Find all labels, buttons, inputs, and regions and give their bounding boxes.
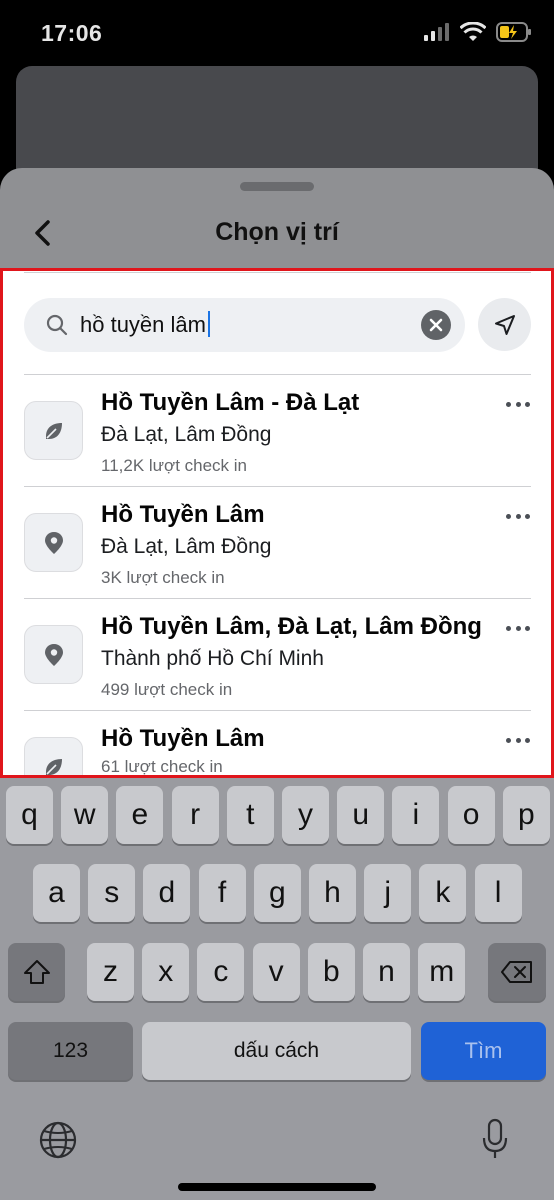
more-options-icon[interactable] xyxy=(506,511,530,521)
list-item[interactable]: Hồ Tuyền Lâm Đà Lạt, Lâm Đồng 3K lượt ch… xyxy=(0,487,554,599)
result-name: Hồ Tuyền Lâm, Đà Lạt, Lâm Đồng xyxy=(101,613,482,640)
search-return-key[interactable]: Tìm xyxy=(421,1022,546,1080)
list-item[interactable]: Hồ Tuyền Lâm 61 lượt check in xyxy=(0,711,554,778)
backspace-icon xyxy=(501,961,532,983)
result-checkins: 11,2K lượt check in xyxy=(101,456,248,475)
navigation-arrow-icon xyxy=(494,314,515,335)
numbers-key[interactable]: 123 xyxy=(8,1022,133,1080)
result-location: Đà Lạt, Lâm Đồng xyxy=(101,535,272,558)
key-d[interactable]: d xyxy=(143,864,191,922)
keyboard: qwertyuiop asdfghjkl zxcvbnm 123 dấu các… xyxy=(0,778,554,1200)
key-i[interactable]: i xyxy=(392,786,440,844)
text-caret xyxy=(207,311,210,337)
shift-key[interactable] xyxy=(8,943,65,1001)
key-k[interactable]: k xyxy=(419,864,467,922)
divider xyxy=(24,272,531,273)
key-v[interactable]: v xyxy=(252,943,300,1001)
search-icon xyxy=(46,314,68,336)
result-location: Đà Lạt, Lâm Đồng xyxy=(101,423,272,446)
home-indicator[interactable] xyxy=(178,1183,376,1191)
status-time: 17:06 xyxy=(41,20,103,46)
shift-arrow-icon xyxy=(23,960,50,984)
key-x[interactable]: x xyxy=(142,943,190,1001)
close-icon xyxy=(429,318,443,332)
battery-charging-icon xyxy=(496,22,531,42)
status-icons xyxy=(424,22,532,42)
key-w[interactable]: w xyxy=(61,786,109,844)
more-options-icon[interactable] xyxy=(506,399,530,409)
list-item[interactable]: Hồ Tuyền Lâm - Đà Lạt Đà Lạt, Lâm Đồng 1… xyxy=(0,375,554,487)
key-f[interactable]: f xyxy=(198,864,246,922)
key-e[interactable]: e xyxy=(116,786,164,844)
result-icon-box xyxy=(24,737,83,778)
result-name: Hồ Tuyền Lâm - Đà Lạt xyxy=(101,389,360,416)
result-icon-box xyxy=(24,401,83,460)
key-j[interactable]: j xyxy=(364,864,412,922)
result-name: Hồ Tuyền Lâm xyxy=(101,725,265,752)
key-r[interactable]: r xyxy=(171,786,219,844)
sheet-title: Chọn vị trí xyxy=(215,218,339,246)
search-results-panel: hồ tuyền lâm Hồ Tuyền Lâm - Đà Lạt Đà Lạ… xyxy=(0,268,554,778)
leaf-icon xyxy=(45,758,62,775)
key-u[interactable]: u xyxy=(337,786,385,844)
globe-icon[interactable] xyxy=(38,1120,78,1160)
key-z[interactable]: z xyxy=(87,943,134,1001)
key-o[interactable]: o xyxy=(447,786,495,844)
microphone-icon[interactable] xyxy=(482,1118,508,1162)
result-checkins: 3K lượt check in xyxy=(101,568,225,587)
map-pin-icon xyxy=(44,643,63,666)
signal-icon xyxy=(424,23,449,41)
result-name: Hồ Tuyền Lâm xyxy=(101,501,265,528)
key-a[interactable]: a xyxy=(33,864,80,922)
map-pin-icon xyxy=(44,531,63,554)
key-s[interactable]: s xyxy=(88,864,136,922)
sheet-grabber[interactable] xyxy=(240,182,314,191)
result-checkins: 499 lượt check in xyxy=(101,680,233,699)
result-checkins: 61 lượt check in xyxy=(101,757,223,776)
result-icon-box xyxy=(24,513,83,572)
more-options-icon[interactable] xyxy=(506,735,530,745)
key-y[interactable]: y xyxy=(282,786,329,844)
key-m[interactable]: m xyxy=(418,943,466,1001)
key-l[interactable]: l xyxy=(474,864,522,922)
current-location-button[interactable] xyxy=(478,298,531,351)
key-n[interactable]: n xyxy=(363,943,410,1001)
key-h[interactable]: h xyxy=(309,864,356,922)
leaf-icon xyxy=(45,422,62,439)
clear-search-button[interactable] xyxy=(421,310,451,340)
key-t[interactable]: t xyxy=(226,786,274,844)
more-options-icon[interactable] xyxy=(506,623,530,633)
key-b[interactable]: b xyxy=(307,943,355,1001)
wifi-icon xyxy=(460,22,486,41)
key-q[interactable]: q xyxy=(6,786,53,844)
result-icon-box xyxy=(24,625,83,684)
key-p[interactable]: p xyxy=(502,786,550,844)
result-location: Thành phố Hồ Chí Minh xyxy=(101,647,324,670)
backspace-key[interactable] xyxy=(488,943,546,1001)
key-g[interactable]: g xyxy=(253,864,301,922)
search-value: hồ tuyền lâm xyxy=(80,312,206,337)
status-bar: 17:06 xyxy=(0,0,554,66)
space-key[interactable]: dấu cách xyxy=(142,1022,411,1080)
search-input[interactable]: hồ tuyền lâm xyxy=(24,298,465,352)
list-item[interactable]: Hồ Tuyền Lâm, Đà Lạt, Lâm Đồng Thành phố… xyxy=(0,599,554,711)
key-c[interactable]: c xyxy=(197,943,245,1001)
search-text: hồ tuyền lâm xyxy=(80,311,210,338)
